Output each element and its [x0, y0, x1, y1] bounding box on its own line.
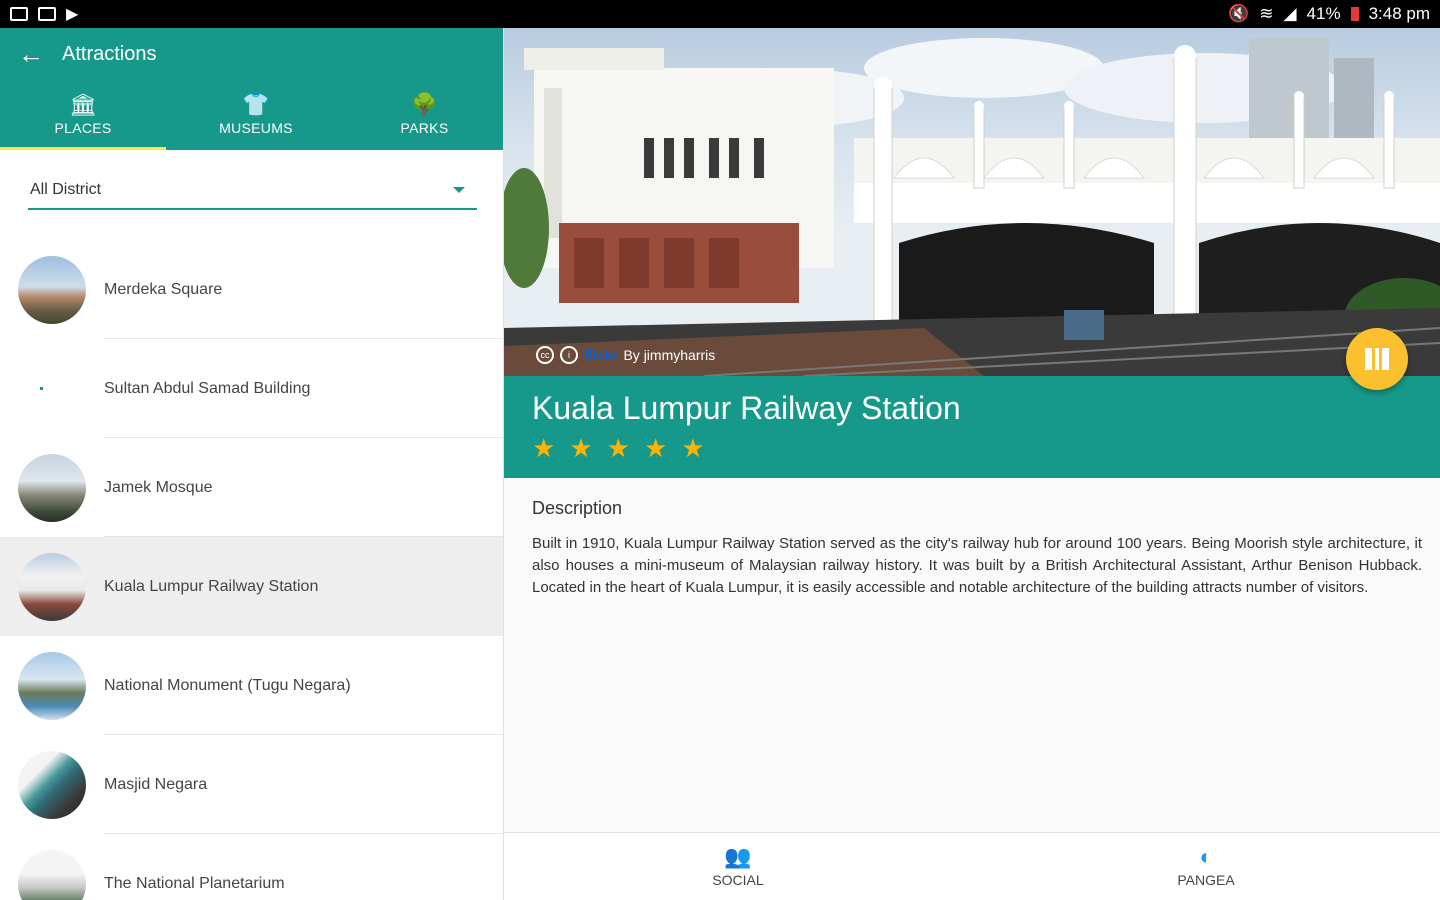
- sultan-abdul-samad-thumbnail: [18, 355, 86, 423]
- back-arrow-icon[interactable]: ←: [18, 41, 46, 67]
- clock: 3:48 pm: [1368, 4, 1430, 23]
- battery-icon: [1350, 7, 1359, 21]
- list-item-label: Masjid Negara: [104, 775, 208, 793]
- list-item[interactable]: Merdeka Square: [0, 240, 503, 339]
- map-button[interactable]: [1346, 328, 1408, 390]
- planetarium-thumbnail: [18, 849, 86, 900]
- attraction-detail-pane: cc i flickr By jimmyharris Kuala Lumpur …: [504, 28, 1440, 900]
- place-icon: 🏛: [68, 92, 98, 117]
- list-item[interactable]: Jamek Mosque: [0, 438, 503, 537]
- chevron-down-icon: [453, 187, 465, 193]
- flickr-logo: flickr: [584, 347, 618, 363]
- attractions-list-pane: ← Attractions 🏛 PLACES 👕 MUSEUMS 🌳 PARKS…: [0, 28, 504, 900]
- star-icon: ★: [643, 433, 668, 463]
- social-label: SOCIAL: [712, 871, 764, 888]
- photo-credit-text: By jimmyharris: [623, 347, 716, 363]
- description-section: Description Built in 1910, Kuala Lumpur …: [504, 478, 1440, 599]
- rating-stars: ★ ★ ★ ★ ★: [532, 435, 1412, 461]
- list-item-label: Merdeka Square: [104, 280, 223, 298]
- tab-parks[interactable]: 🌳 PARKS: [346, 80, 503, 150]
- list-item-label: Jamek Mosque: [104, 478, 213, 496]
- list-item-label: Kuala Lumpur Railway Station: [104, 577, 319, 595]
- list-item[interactable]: Masjid Negara: [0, 735, 503, 834]
- attractions-list: Merdeka Square Sultan Abdul Samad Buildi…: [0, 240, 503, 900]
- tab-places[interactable]: 🏛 PLACES: [0, 80, 166, 150]
- merdeka-square-thumbnail: [18, 255, 86, 324]
- system-icons: 🔇 ≋ ◢ 41% 3:48 pm: [1228, 4, 1430, 24]
- status-bar: ▶ 🔇 ≋ ◢ 41% 3:48 pm: [0, 0, 1440, 28]
- wifi-icon: ≋: [1259, 4, 1274, 23]
- masjid-negara-thumbnail: [18, 750, 86, 819]
- signal-icon: ◢: [1283, 4, 1297, 23]
- museum-icon: 👕: [242, 92, 270, 117]
- tab-label: PLACES: [54, 120, 112, 136]
- national-monument-thumbnail: [18, 651, 86, 720]
- bottom-navigation: 👥 SOCIAL ◐ PANGEA: [504, 832, 1440, 900]
- star-icon: ★: [569, 433, 593, 463]
- map-icon: [1365, 348, 1389, 370]
- photo-credit: cc i flickr By jimmyharris: [536, 346, 715, 364]
- star-icon: ★: [681, 433, 705, 463]
- tab-label: MUSEUMS: [219, 120, 293, 136]
- people-icon: 👥: [724, 843, 752, 869]
- notification-icons: ▶: [10, 4, 78, 24]
- tab-museums[interactable]: 👕 MUSEUMS: [166, 80, 346, 150]
- pangea-button[interactable]: ◐ PANGEA: [972, 833, 1440, 900]
- list-item-selected[interactable]: Kuala Lumpur Railway Station: [0, 537, 503, 636]
- park-icon: 🌳: [410, 92, 439, 117]
- railway-station-thumbnail: [18, 552, 86, 621]
- image-icon: [38, 7, 56, 21]
- attraction-title: Kuala Lumpur Railway Station: [532, 390, 961, 426]
- mail-icon: [10, 7, 28, 21]
- star-icon: ★: [606, 433, 630, 463]
- railway-station-illustration: [504, 38, 1440, 376]
- attraction-header: Kuala Lumpur Railway Station ★ ★ ★ ★ ★: [504, 376, 1440, 478]
- pangea-icon: ◐: [1199, 843, 1213, 869]
- play-icon: ▶: [66, 6, 79, 23]
- list-item[interactable]: The National Planetarium: [0, 834, 503, 900]
- description-text: Built in 1910, Kuala Lumpur Railway Stat…: [532, 535, 1422, 596]
- jamek-mosque-thumbnail: [18, 453, 86, 522]
- district-dropdown-value: All District: [30, 181, 102, 198]
- pangea-label: PANGEA: [1177, 871, 1235, 888]
- category-tabs: 🏛 PLACES 👕 MUSEUMS 🌳 PARKS: [0, 80, 503, 150]
- creative-commons-icon: cc: [536, 346, 554, 364]
- district-dropdown[interactable]: All District: [28, 178, 477, 210]
- tab-label: PARKS: [400, 120, 449, 136]
- list-item[interactable]: Sultan Abdul Samad Building: [0, 339, 503, 438]
- description-heading: Description: [532, 498, 623, 518]
- list-item-label: Sultan Abdul Samad Building: [104, 379, 311, 397]
- attraction-photo: cc i flickr By jimmyharris: [504, 28, 1440, 376]
- list-item[interactable]: National Monument (Tugu Negara): [0, 636, 503, 735]
- battery-percent: 41%: [1306, 4, 1341, 23]
- app-bar: ← Attractions 🏛 PLACES 👕 MUSEUMS 🌳 PARKS: [0, 28, 503, 150]
- star-icon: ★: [532, 433, 556, 463]
- page-title: Attractions: [62, 42, 157, 65]
- mute-icon: 🔇: [1228, 4, 1250, 23]
- social-button[interactable]: 👥 SOCIAL: [504, 833, 972, 900]
- list-item-label: The National Planetarium: [104, 874, 285, 892]
- attribution-icon: i: [560, 346, 578, 364]
- list-item-label: National Monument (Tugu Negara): [104, 676, 351, 694]
